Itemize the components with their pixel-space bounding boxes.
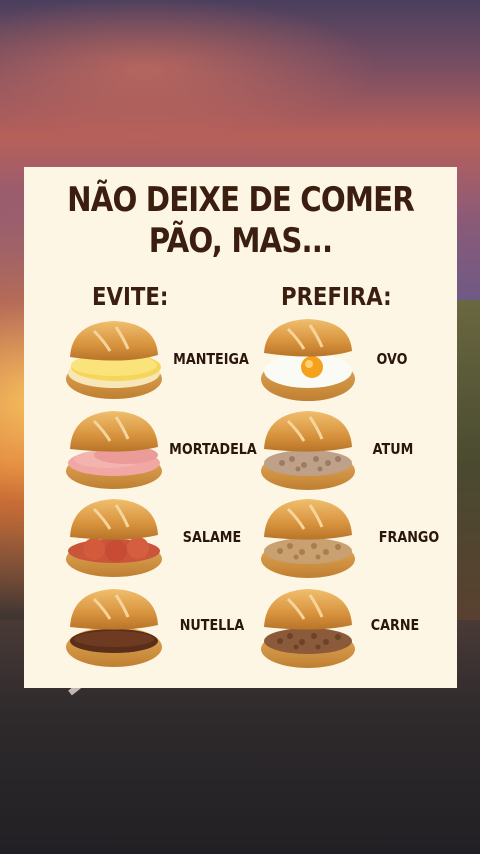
sunset-sky: [0, 0, 480, 170]
prefer-item-label: OVO: [376, 350, 408, 368]
avoid-item-label: MANTEIGA: [173, 350, 249, 368]
prefer-item-label: FRANGO: [378, 528, 440, 546]
prefer-heading: PREFIRA:: [281, 282, 392, 311]
avoid-item-label: NUTELLA: [179, 616, 245, 634]
poster-title-line2: PÃO, MAS...: [148, 221, 333, 261]
prefer-item-label: CARNE: [370, 616, 420, 634]
poster-title-line1: NÃO DEIXE DE COMER: [67, 180, 415, 220]
bread-tuna-icon: [261, 411, 355, 490]
prefer-item-label: ATUM: [372, 440, 414, 458]
avoid-heading: EVITE:: [92, 282, 169, 311]
bread-chicken-icon: [261, 499, 355, 578]
bread-beef-icon: [261, 589, 355, 668]
bread-mortadella-icon: [66, 411, 162, 489]
avoid-item-label: SALAME: [182, 528, 242, 546]
bread-butter-icon: [66, 321, 162, 399]
poster-card: NÃO DEIXE DE COMER PÃO, MAS... EVITE: PR…: [24, 167, 457, 688]
bread-egg-icon: [261, 319, 355, 401]
bread-salami-icon: [66, 499, 162, 577]
avoid-item-label: MORTADELA: [169, 440, 257, 458]
bread-nutella-icon: [66, 589, 162, 667]
